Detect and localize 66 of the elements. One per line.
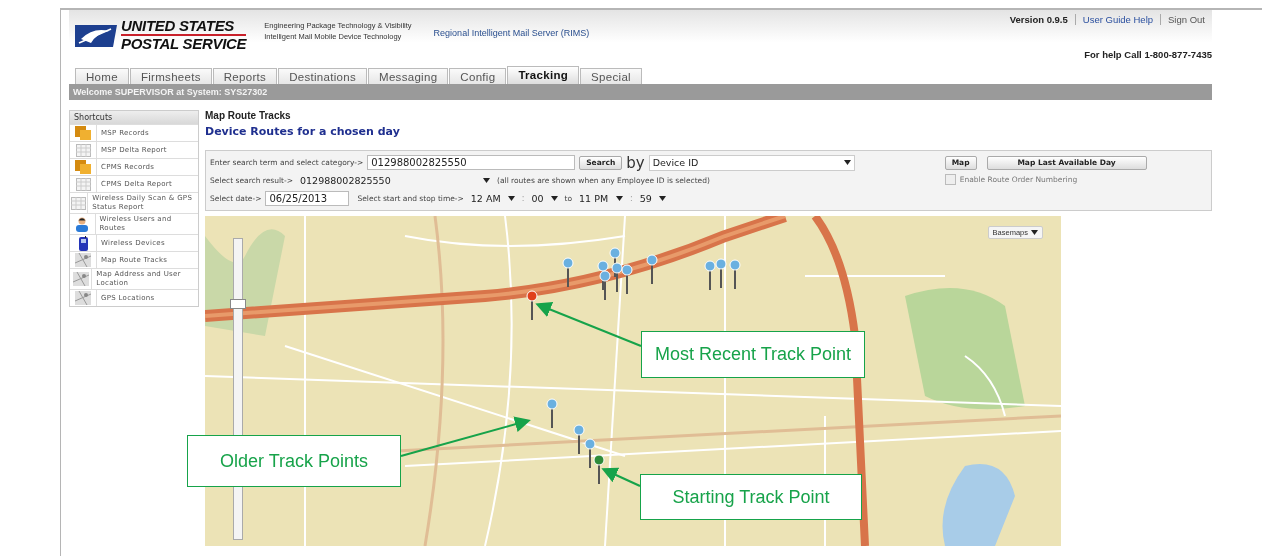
caret-icon bbox=[658, 196, 666, 201]
category-select[interactable]: Device ID bbox=[648, 154, 855, 171]
logo-text: UNITED STATES bbox=[121, 18, 236, 34]
page-subtitle: Device Routes for a chosen day bbox=[205, 125, 401, 138]
zoom-slider-thumb[interactable] bbox=[230, 299, 246, 309]
nav-tab[interactable]: Messaging bbox=[368, 68, 449, 84]
map-pin-icon[interactable] bbox=[646, 254, 658, 284]
shortcuts-title: Shortcuts bbox=[70, 111, 198, 124]
folders-icon bbox=[75, 126, 91, 140]
checkbox[interactable] bbox=[944, 173, 956, 185]
nav-tab[interactable]: Firmsheets bbox=[129, 68, 212, 84]
map-pin-icon[interactable] bbox=[611, 262, 623, 292]
date-field[interactable]: 06/25/2013 bbox=[265, 191, 350, 206]
map-pin-icon[interactable] bbox=[584, 438, 596, 468]
nav-tab[interactable]: Config bbox=[449, 68, 507, 84]
grid-icon bbox=[75, 143, 91, 157]
caret-icon bbox=[843, 160, 851, 165]
map-pin-icon[interactable] bbox=[729, 259, 741, 289]
header-link[interactable]: User Guide Help bbox=[1074, 14, 1161, 25]
logo-text: POSTAL SERVICE bbox=[121, 34, 247, 52]
caret-icon bbox=[616, 196, 624, 201]
map-pin-icon[interactable] bbox=[621, 264, 633, 294]
arrow bbox=[601, 467, 641, 487]
caret-icon bbox=[507, 196, 515, 201]
hour-select[interactable]: 12 AM bbox=[467, 191, 518, 206]
nav-tab[interactable]: Special bbox=[580, 68, 642, 84]
by-label: by bbox=[626, 153, 645, 172]
map-pin-icon[interactable] bbox=[526, 290, 538, 320]
callout-label: Most Recent Track Point bbox=[641, 331, 865, 378]
phone-icon bbox=[78, 235, 88, 251]
map-pin-icon[interactable] bbox=[715, 258, 727, 288]
system-name: Regional Intelligent Mail Server (RIMS) bbox=[433, 28, 590, 38]
search-field[interactable]: 012988002825550 bbox=[367, 155, 576, 170]
caret-icon bbox=[1031, 230, 1038, 235]
eagle-logo-icon bbox=[75, 23, 117, 47]
nav-tab[interactable]: Tracking bbox=[507, 66, 580, 84]
map-pin-icon[interactable] bbox=[599, 270, 611, 300]
map-icon bbox=[75, 253, 91, 267]
help-phone-text: For help Call 1-800-877-7435 bbox=[1084, 49, 1212, 60]
user-icon bbox=[76, 216, 89, 232]
page-title: Map Route Tracks bbox=[205, 110, 292, 121]
minute-select[interactable]: 00 bbox=[528, 191, 561, 206]
folders-icon bbox=[75, 160, 91, 174]
nav-tab[interactable]: Reports bbox=[212, 68, 278, 84]
welcome-text: Welcome SUPERVISOR at System: SYS27302 bbox=[73, 87, 268, 97]
map-icon bbox=[72, 272, 89, 286]
map-pin-icon[interactable] bbox=[593, 454, 605, 484]
map-pin-icon[interactable] bbox=[562, 257, 574, 287]
minute-select[interactable]: 59 bbox=[636, 191, 669, 206]
map-pin-icon[interactable] bbox=[546, 398, 558, 428]
time-separator: : bbox=[521, 194, 525, 203]
map-pin-icon[interactable] bbox=[704, 260, 716, 290]
time-separator: : bbox=[630, 194, 633, 203]
caret-icon bbox=[483, 178, 491, 183]
callout-label: Older Track Points bbox=[187, 435, 401, 487]
map-pin-icon[interactable] bbox=[573, 424, 585, 454]
hour-select[interactable]: 11 PM bbox=[576, 191, 627, 206]
result-select[interactable]: 012988002825550 bbox=[297, 173, 494, 188]
header-link[interactable]: Sign Out bbox=[1160, 14, 1212, 25]
callout-label: Starting Track Point bbox=[640, 474, 862, 520]
caret-icon bbox=[550, 196, 558, 201]
map-icon bbox=[75, 291, 91, 305]
nav-tab[interactable]: Destinations bbox=[278, 68, 368, 84]
version-text: Version 0.9.5 bbox=[1009, 14, 1069, 25]
grid-icon bbox=[75, 177, 91, 191]
nav-tab[interactable]: Home bbox=[75, 68, 129, 84]
